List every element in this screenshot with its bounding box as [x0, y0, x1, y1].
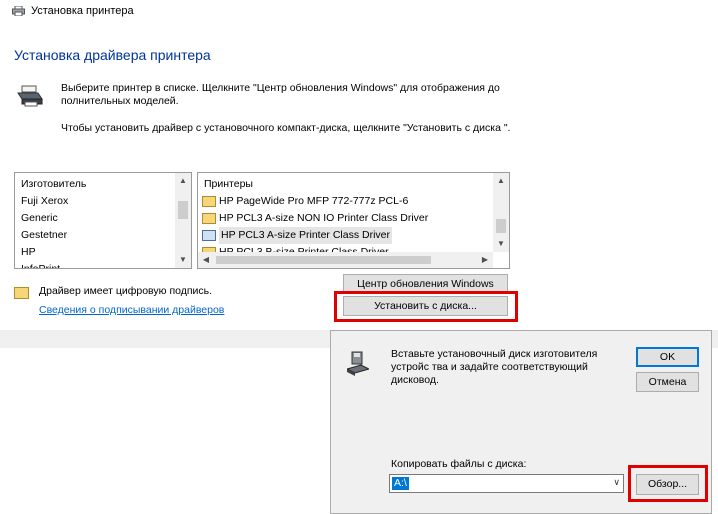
printer-icon — [202, 230, 216, 241]
disk-path-combobox[interactable]: A:\ ∨ — [389, 474, 624, 493]
title-bar: Установка принтера — [0, 0, 718, 22]
list-item[interactable]: Gestetner — [21, 227, 67, 244]
driver-signing-link[interactable]: Сведения о подписывании драйверов — [39, 304, 224, 316]
dialog-message: Вставьте установочный диск изготовителя … — [391, 348, 598, 386]
printer-list[interactable]: Принтеры HP PageWide Pro MFP 772-777z PC… — [197, 172, 510, 269]
ok-button[interactable]: OK — [636, 347, 699, 367]
manufacturer-list-header: Изготовитель — [21, 178, 87, 190]
scroll-thumb[interactable] — [216, 256, 431, 264]
cancel-button[interactable]: Отмена — [636, 372, 699, 392]
list-item[interactable]: HP PCL3 A-size NON IO Printer Class Driv… — [219, 210, 428, 227]
list-item-selected[interactable]: HP — [21, 244, 36, 261]
page-heading: Установка драйвера принтера — [14, 47, 211, 63]
manufacturer-list[interactable]: Изготовитель Fuji Xerox Generic Gestetne… — [14, 172, 192, 269]
window-title: Установка принтера — [31, 5, 134, 17]
install-from-disk-dialog: Вставьте установочный диск изготовителя … — [330, 330, 712, 514]
instructions-text: Выберите принтер в списке. Щелкните "Цен… — [61, 82, 500, 107]
signature-status: Драйвер имеет цифровую подпись. — [39, 285, 213, 297]
scroll-thumb[interactable] — [496, 219, 506, 233]
list-item[interactable]: Fuji Xerox — [21, 193, 68, 210]
list-item[interactable]: Generic — [21, 210, 58, 227]
printer-vscrollbar[interactable]: ▲ ▼ — [493, 173, 509, 252]
scroll-up-icon[interactable]: ▲ — [493, 173, 509, 189]
list-item[interactable]: InfoPrint — [21, 261, 60, 268]
scroll-down-icon[interactable]: ▼ — [175, 252, 191, 268]
list-item-selected[interactable]: HP PCL3 A-size Printer Class Driver — [219, 227, 393, 244]
copy-from-label: Копировать файлы с диска: — [391, 458, 527, 470]
certificate-icon — [14, 287, 29, 299]
printer-list-header: Принтеры — [204, 178, 253, 190]
scroll-down-icon[interactable]: ▼ — [493, 236, 509, 252]
scroll-thumb[interactable] — [178, 201, 188, 219]
scroll-left-icon[interactable]: ◀ — [198, 252, 214, 268]
browse-highlight — [628, 465, 708, 502]
printer-icon — [12, 6, 25, 16]
scroll-right-icon[interactable]: ▶ — [477, 252, 493, 268]
scroll-up-icon[interactable]: ▲ — [175, 173, 191, 189]
disk-icon — [347, 351, 369, 376]
chevron-down-icon[interactable]: ∨ — [613, 477, 620, 488]
printer-setup-icon — [17, 85, 43, 107]
manufacturer-scrollbar[interactable]: ▲ ▼ — [175, 173, 191, 268]
printer-hscrollbar[interactable]: ◀ ▶ — [198, 252, 493, 268]
disk-instructions-text: Чтобы установить драйвер с установочного… — [61, 122, 511, 134]
printer-icon — [202, 213, 216, 224]
printer-icon — [202, 196, 216, 207]
have-disk-highlight — [334, 291, 518, 322]
disk-path-value[interactable]: A:\ — [392, 477, 409, 490]
list-item[interactable]: HP PageWide Pro MFP 772-777z PCL-6 — [219, 193, 408, 210]
